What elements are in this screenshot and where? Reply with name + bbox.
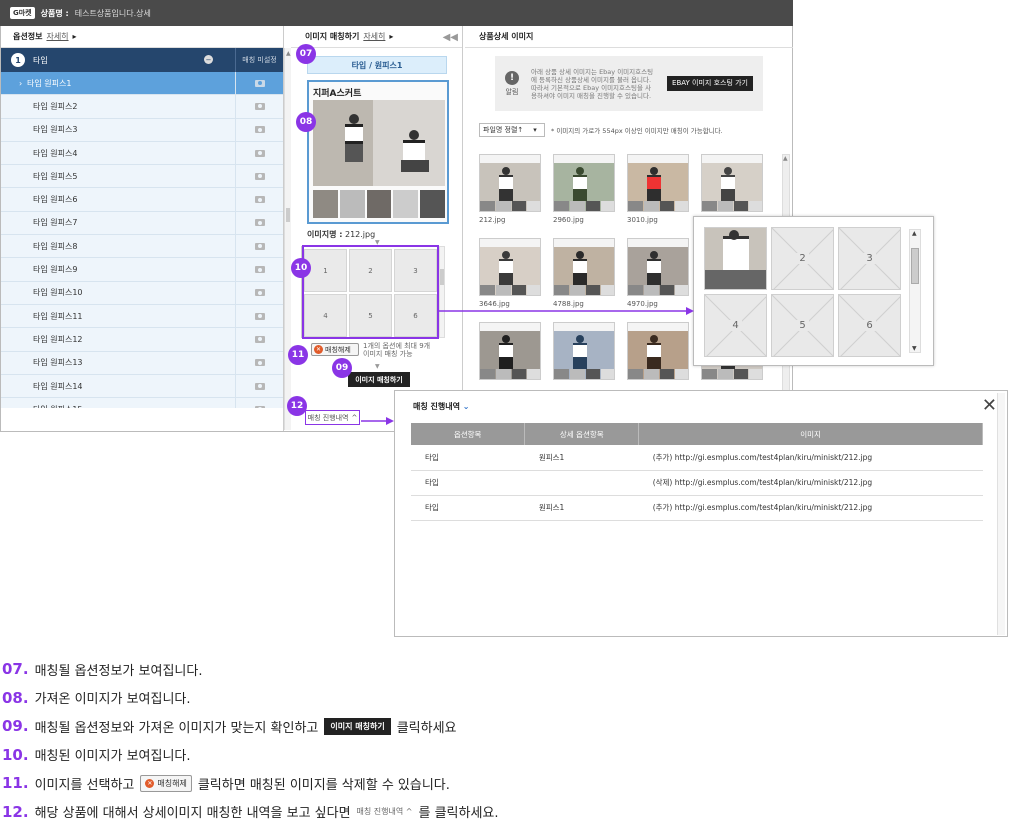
- history-link-sample: 매칭 진행내역 ^: [357, 806, 413, 817]
- instruction-text: 매칭된 이미지가 보여집니다.: [35, 745, 191, 764]
- instruction-line: 07. 매칭될 옵션정보가 보여집니다.: [2, 655, 782, 684]
- remove-icon: ✕: [145, 779, 154, 788]
- instruction-text: 매칭될 옵션정보가 보여집니다.: [35, 660, 203, 679]
- instruction-number: 10.: [2, 746, 29, 764]
- instruction-number: 09.: [2, 717, 29, 735]
- instruction-number: 07.: [2, 660, 29, 678]
- instructions: 07. 매칭될 옵션정보가 보여집니다. 08. 가져온 이미지가 보여집니다. 09.…: [2, 655, 782, 826]
- instruction-text: 클릭하면 매칭된 이미지를 삭제할 수 있습니다.: [198, 774, 450, 793]
- instruction-text: 클릭하세요: [397, 717, 457, 736]
- instruction-text: 를 클릭하세요.: [419, 802, 499, 821]
- instruction-line: 09. 매칭될 옵션정보와 가져온 이미지가 맞는지 확인하고 이미지 매칭하기 클릭…: [2, 712, 782, 741]
- instruction-number: 11.: [2, 774, 29, 792]
- match-button-sample: 이미지 매칭하기: [324, 718, 390, 735]
- instruction-line: 11. 이미지를 선택하고 ✕매칭해제 클릭하면 매칭된 이미지를 삭제할 수 있습니…: [2, 769, 782, 798]
- instruction-text: 해당 상품에 대해서 상세이미지 매칭한 내역을 보고 싶다면: [35, 802, 351, 821]
- instruction-line: 10. 매칭된 이미지가 보여집니다.: [2, 741, 782, 770]
- unmatch-button-sample: ✕매칭해제: [140, 775, 191, 792]
- instruction-number: 08.: [2, 689, 29, 707]
- unmatch-button-sample-label: 매칭해제: [157, 778, 186, 789]
- instruction-text: 가져온 이미지가 보여집니다.: [35, 688, 191, 707]
- instruction-line: 12. 해당 상품에 대해서 상세이미지 매칭한 내역을 보고 싶다면 매칭 진행내…: [2, 798, 782, 826]
- instruction-text: 매칭될 옵션정보와 가져온 이미지가 맞는지 확인하고: [35, 717, 319, 736]
- instruction-number: 12.: [2, 803, 29, 821]
- instruction-text: 이미지를 선택하고: [35, 774, 135, 793]
- instruction-line: 08. 가져온 이미지가 보여집니다.: [2, 684, 782, 713]
